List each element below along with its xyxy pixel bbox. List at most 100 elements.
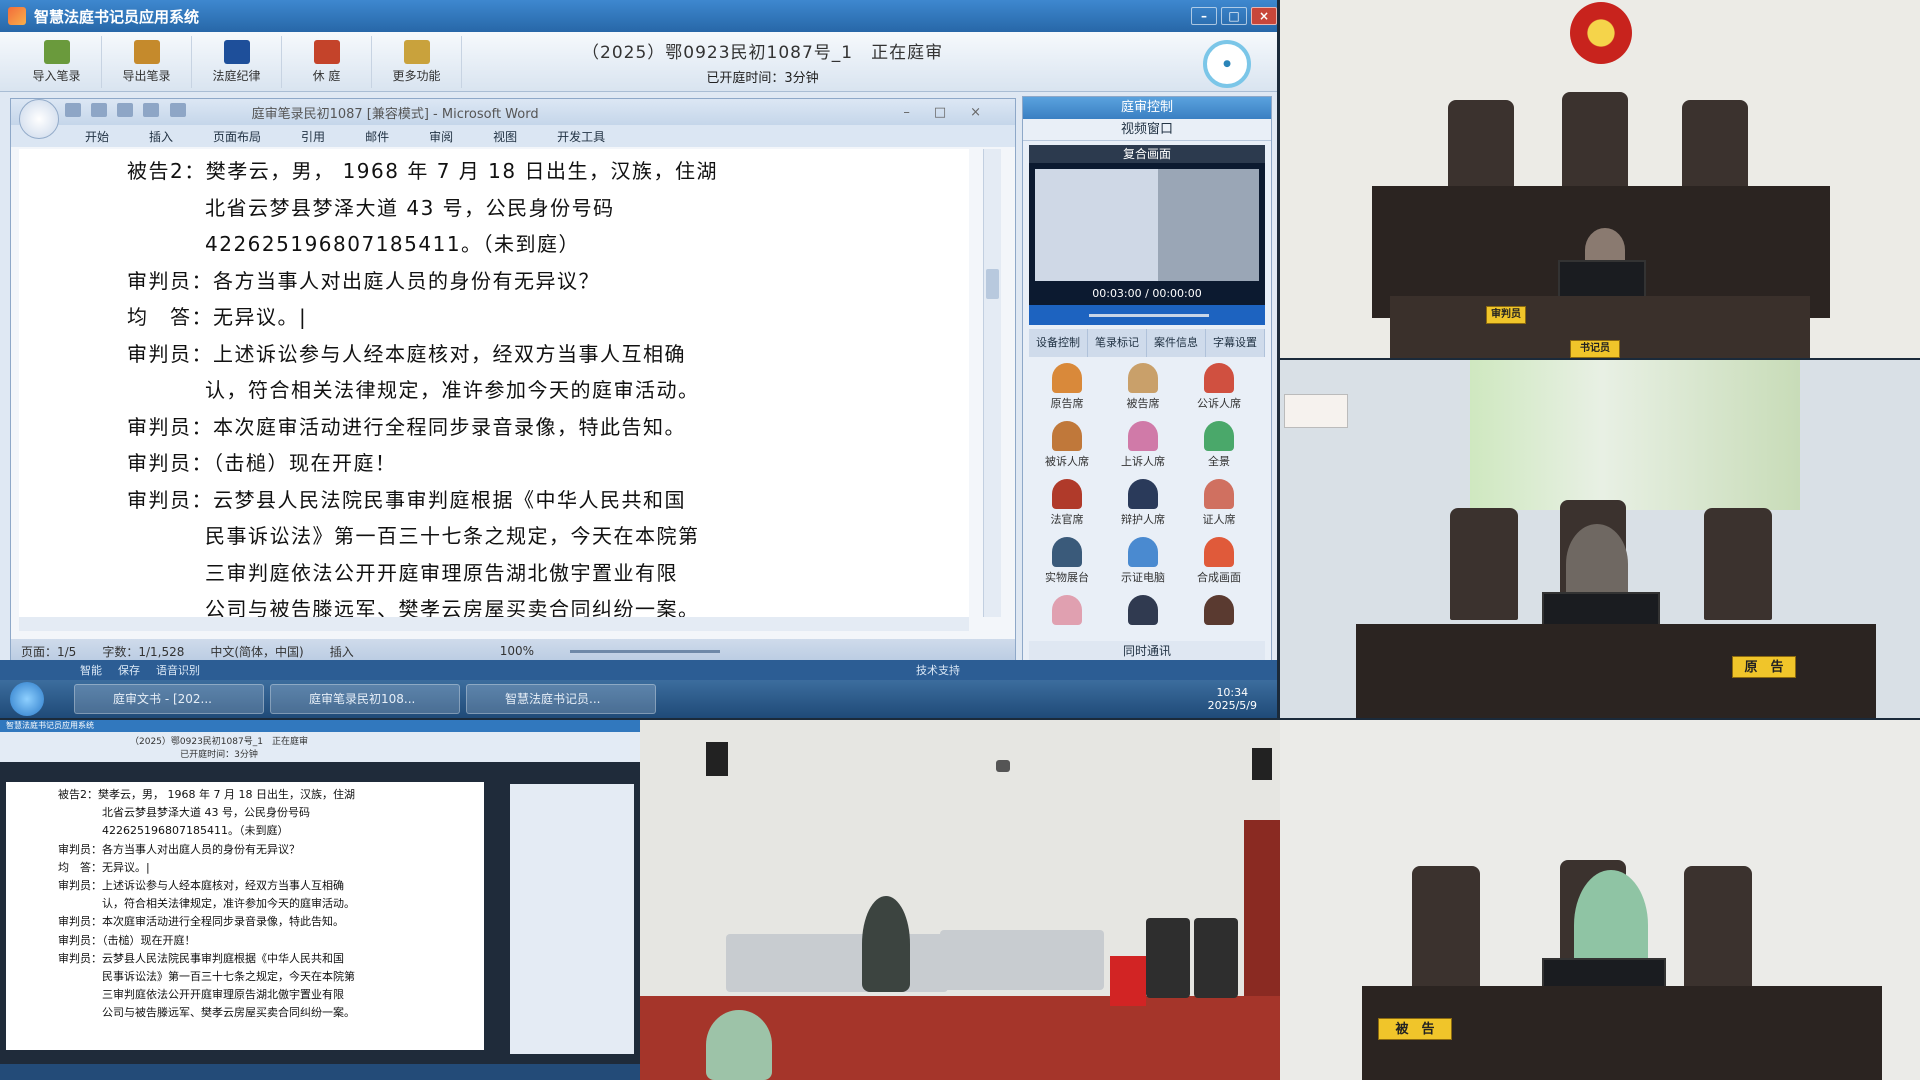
- panel-tabs: 设备控制 笔录标记 案件信息 字幕设置: [1029, 329, 1265, 357]
- court-rules-button[interactable]: 法庭纪律: [192, 35, 282, 88]
- zoom-slider[interactable]: [570, 649, 721, 653]
- taskbar-item-clerk-app[interactable]: 智慧法庭书记员...: [466, 684, 656, 714]
- role-label: 全景: [1208, 455, 1230, 468]
- tab-page-layout[interactable]: 页面布局: [213, 128, 261, 145]
- minimize-button[interactable]: –: [1191, 7, 1217, 25]
- print-icon[interactable]: [169, 103, 186, 117]
- speaker: [706, 742, 728, 776]
- word-window-controls[interactable]: –□×: [903, 105, 1005, 120]
- horizontal-scrollbar[interactable]: [19, 617, 969, 631]
- system-clock[interactable]: 10:34 2025/5/9: [1208, 686, 1257, 712]
- tab-references[interactable]: 引用: [301, 128, 325, 145]
- quick-access-toolbar: [65, 103, 192, 121]
- role-label: 合成画面: [1197, 571, 1241, 584]
- status-speech[interactable]: 语音识别: [156, 662, 200, 678]
- insert-mode[interactable]: 插入: [330, 643, 354, 660]
- role-avatar-icon: [1204, 595, 1234, 625]
- tab-device-control[interactable]: 设备控制: [1029, 329, 1088, 357]
- language-indicator[interactable]: 中文(简体，中国): [210, 643, 303, 660]
- mini-toolbar: （2025）鄂0923民初1087号_1 正在庭审 已开庭时间：3分钟: [0, 732, 640, 762]
- role-label: 辩护人席: [1121, 513, 1165, 526]
- gallery-bench: [726, 934, 948, 992]
- redo-icon[interactable]: [117, 103, 134, 117]
- mirrored-screen-thumbnail: 智慧法庭书记员应用系统 （2025）鄂0923民初1087号_1 正在庭审 已开…: [0, 720, 640, 1080]
- tab-record-mark[interactable]: 笔录标记: [1088, 329, 1147, 357]
- tab-view[interactable]: 视图: [493, 128, 517, 145]
- intercom-select[interactable]: 同时通讯: [1029, 641, 1265, 661]
- defendant-tag: 被 告: [1378, 1018, 1452, 1040]
- case-info: （2025）鄂0923民初1087号_1 正在庭审 已开庭时间：3分钟: [582, 38, 943, 86]
- camera-role-button[interactable]: 全景: [1181, 421, 1257, 469]
- clock-icon[interactable]: ●: [1203, 40, 1251, 88]
- more-functions-button[interactable]: 更多功能: [372, 35, 462, 88]
- camera-role-button[interactable]: [1181, 595, 1257, 627]
- window-controls: – □ ×: [1187, 7, 1277, 25]
- red-stool: [1110, 956, 1146, 1006]
- camera-role-button[interactable]: 示证电脑: [1105, 537, 1181, 585]
- camera-role-button[interactable]: 被告席: [1105, 363, 1181, 411]
- role-avatar-icon: [1128, 421, 1158, 451]
- camera-role-button[interactable]: 法官席: [1029, 479, 1105, 527]
- mini-document-body: 被告2：樊孝云，男， 1968 年 7 月 18 日出生，汉族，住湖 北省云梦县梦…: [6, 782, 484, 1050]
- export-record-button[interactable]: 导出笔录: [102, 35, 192, 88]
- tab-mailings[interactable]: 邮件: [365, 128, 389, 145]
- role-avatar-icon: [1204, 363, 1234, 393]
- role-avatar-icon: [1052, 479, 1082, 509]
- camera-role-button[interactable]: 上诉人席: [1105, 421, 1181, 469]
- zoom-level[interactable]: 100%: [500, 644, 534, 658]
- import-record-button[interactable]: 导入笔录: [12, 35, 102, 88]
- camera-role-button[interactable]: 辩护人席: [1105, 479, 1181, 527]
- document-body[interactable]: 被告2：樊孝云，男， 1968 年 7 月 18 日出生，汉族，住湖 北省云梦县梦…: [19, 149, 969, 617]
- case-title: （2025）鄂0923民初1087号_1 正在庭审: [582, 42, 944, 63]
- camera-role-button[interactable]: 实物展台: [1029, 537, 1105, 585]
- defendant-chair: [1412, 866, 1480, 990]
- camera-role-button[interactable]: 公诉人席: [1181, 363, 1257, 411]
- undo-icon[interactable]: [91, 103, 108, 117]
- print-preview-icon[interactable]: [143, 103, 160, 117]
- volume-slider[interactable]: [1089, 314, 1209, 317]
- status-smart[interactable]: 智能: [80, 662, 102, 678]
- app-titlebar: 智慧法庭书记员应用系统 – □ ×: [0, 0, 1277, 32]
- scroll-thumb[interactable]: [986, 269, 999, 299]
- mini-taskbar: [0, 1064, 640, 1080]
- maximize-button[interactable]: □: [1221, 7, 1247, 25]
- recess-button[interactable]: 休 庭: [282, 35, 372, 88]
- document-title: 庭审笔录民初1087 [兼容模式] - Microsoft Word: [251, 106, 539, 122]
- taskbar-item-word[interactable]: 庭审笔录民初108...: [270, 684, 460, 714]
- document-line: 422625196807185411。（未到庭）: [205, 232, 581, 256]
- vertical-scrollbar[interactable]: [983, 149, 1001, 617]
- tab-case-info[interactable]: 案件信息: [1147, 329, 1206, 357]
- word-count[interactable]: 字数：1/1,528: [102, 643, 184, 660]
- status-save[interactable]: 保存: [118, 662, 140, 678]
- feed-judge-bench: 审判员 书记员: [1280, 0, 1920, 358]
- app-logo-icon: [8, 7, 26, 25]
- video-preview: 复合画面 00:03:00 / 00:00:00: [1029, 145, 1265, 325]
- mini-document-line: 民事诉讼法》第一百三十七条之规定，今天在本院第: [102, 969, 355, 983]
- taskbar-item-document[interactable]: 庭审文书 - [202...: [74, 684, 264, 714]
- role-avatar-icon: [1204, 537, 1234, 567]
- close-button[interactable]: ×: [1251, 7, 1277, 25]
- tab-insert[interactable]: 插入: [149, 128, 173, 145]
- office-button[interactable]: [19, 99, 59, 139]
- tab-subtitle-settings[interactable]: 字幕设置: [1206, 329, 1265, 357]
- camera-role-button[interactable]: 合成画面: [1181, 537, 1257, 585]
- start-button[interactable]: [10, 682, 44, 716]
- role-label: 被告席: [1126, 397, 1160, 410]
- camera-role-button[interactable]: 原告席: [1029, 363, 1105, 411]
- page-indicator[interactable]: 页面：1/5: [21, 643, 76, 660]
- tab-developer[interactable]: 开发工具: [557, 128, 605, 145]
- tab-review[interactable]: 审阅: [429, 128, 453, 145]
- video-window-select[interactable]: 视频窗口: [1023, 119, 1271, 141]
- mini-document-line: 北省云梦县梦泽大道 43 号，公民身份号码: [102, 806, 310, 820]
- camera-role-button[interactable]: 证人席: [1181, 479, 1257, 527]
- composite-select[interactable]: 复合画面: [1029, 145, 1265, 163]
- video-controls[interactable]: [1029, 305, 1265, 325]
- feed-plaintiff: 原 告: [1280, 360, 1920, 718]
- camera-role-button[interactable]: [1105, 595, 1181, 627]
- camera-role-button[interactable]: 被诉人席: [1029, 421, 1105, 469]
- document-line: 公司与被告滕远军、樊孝云房屋买卖合同纠纷一案。: [205, 597, 700, 617]
- camera-role-button[interactable]: [1029, 595, 1105, 627]
- tab-home[interactable]: 开始: [85, 128, 109, 145]
- save-icon[interactable]: [65, 103, 81, 117]
- video-time: 00:03:00 / 00:00:00: [1092, 287, 1202, 300]
